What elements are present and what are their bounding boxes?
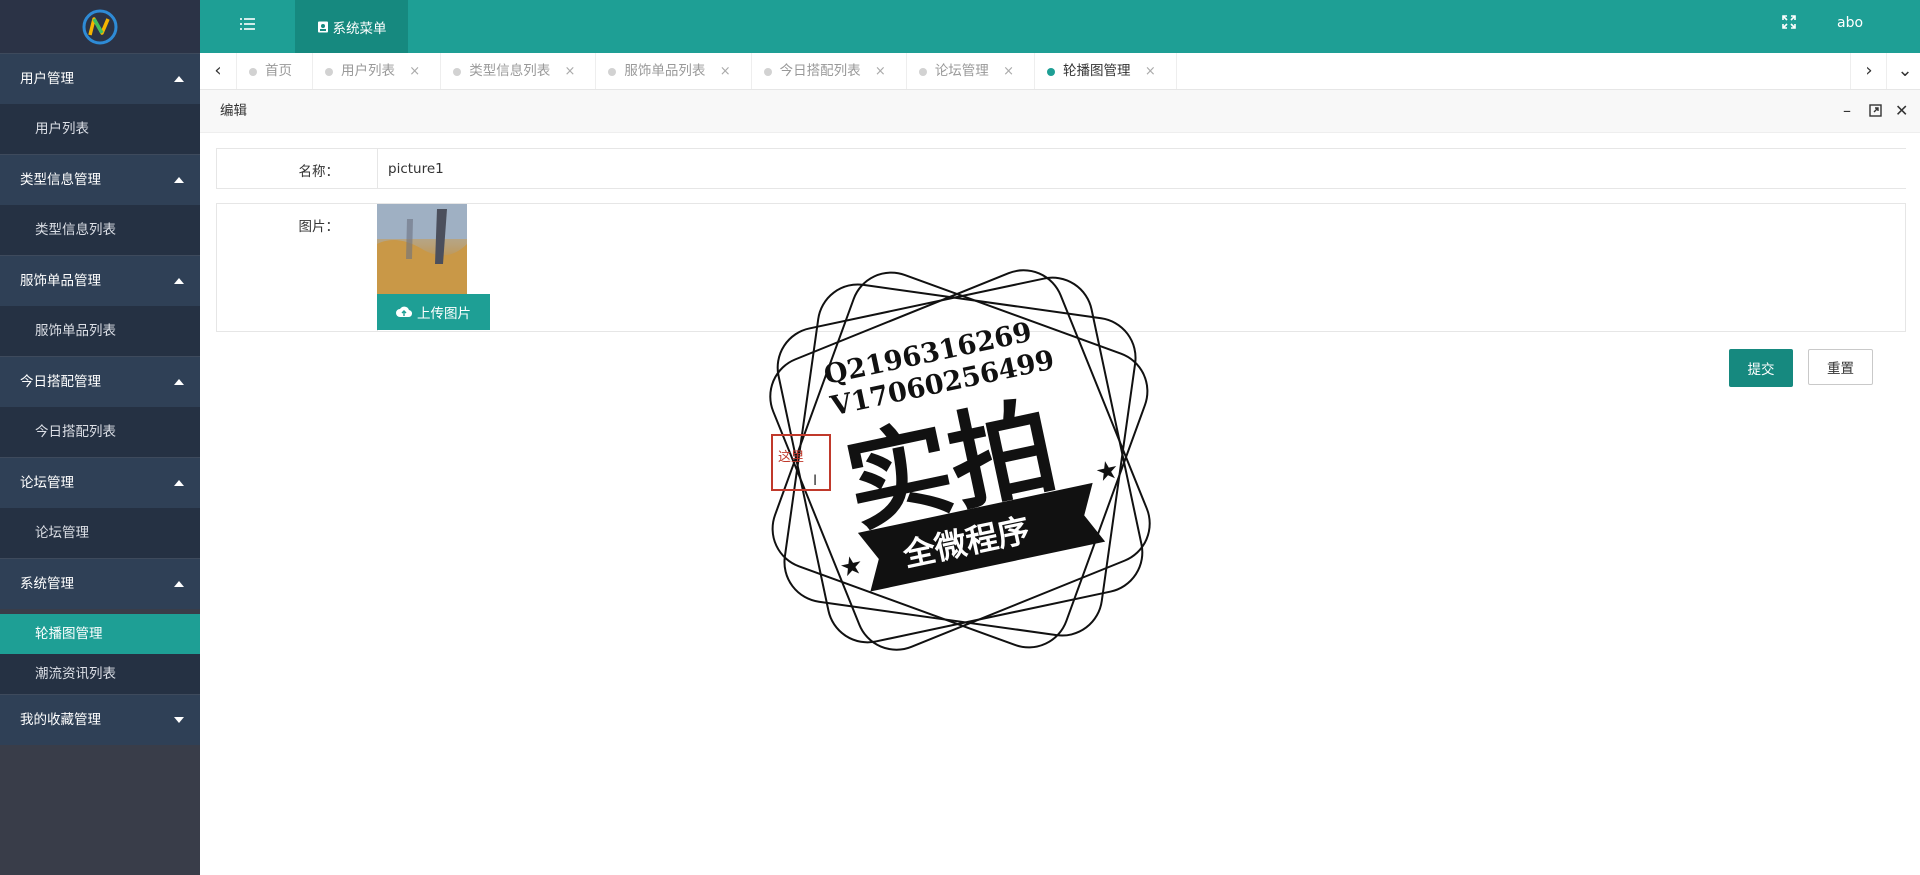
chevron-up-icon bbox=[174, 278, 184, 284]
menu-toggle-icon[interactable] bbox=[240, 16, 258, 36]
menu-item-clothing-list[interactable]: 服饰单品列表 bbox=[0, 306, 200, 356]
tab-user-list[interactable]: 用户列表 × bbox=[313, 53, 442, 89]
menu-group-forum[interactable]: 论坛管理 bbox=[0, 457, 200, 508]
menu-item-type-info-list[interactable]: 类型信息列表 bbox=[0, 205, 200, 255]
tab-dot bbox=[763, 68, 772, 76]
menu-group-label: 论坛管理 bbox=[20, 475, 74, 491]
tab-forum[interactable]: 论坛管理 × bbox=[907, 53, 1036, 89]
menu-group-clothing[interactable]: 服饰单品管理 bbox=[0, 255, 200, 306]
tab-label: 今日搭配列表 bbox=[779, 63, 861, 79]
close-icon[interactable]: × bbox=[409, 64, 420, 79]
tab-label: 用户列表 bbox=[341, 63, 395, 79]
star-icon: ★ bbox=[1093, 455, 1122, 489]
tab-outfit-list[interactable]: 今日搭配列表 × bbox=[752, 53, 907, 89]
tab-dot bbox=[1047, 68, 1056, 76]
image-label-cell: 图片： bbox=[217, 204, 378, 331]
chevron-up-icon bbox=[174, 581, 184, 587]
upload-image-button[interactable]: 上传图片 bbox=[377, 294, 490, 330]
top-header: 系统菜单 abo bbox=[200, 0, 1920, 53]
star-icon: ★ bbox=[837, 550, 866, 584]
image-label: 图片： bbox=[298, 219, 340, 235]
tab-bar: ‹ 首页 用户列表 × 类型信息列表 × 服饰单品列表 × 今日搭配列表 × 论 bbox=[200, 53, 1920, 90]
close-icon[interactable]: × bbox=[720, 64, 731, 79]
menu-group-label: 今日搭配管理 bbox=[20, 374, 101, 390]
sidebar: 用户管理 用户列表 类型信息管理 类型信息列表 服饰单品管理 服饰单品列表 今日… bbox=[0, 0, 200, 875]
tab-type-info-list[interactable]: 类型信息列表 × bbox=[441, 53, 597, 89]
tab-carousel[interactable]: 轮播图管理 × bbox=[1035, 53, 1177, 89]
menu-group-label: 类型信息管理 bbox=[20, 172, 101, 188]
menu-item-carousel[interactable]: 轮播图管理 bbox=[0, 614, 200, 654]
user-name[interactable]: abo bbox=[1837, 15, 1863, 31]
chevron-up-icon bbox=[174, 480, 184, 486]
close-icon[interactable]: × bbox=[1145, 64, 1156, 79]
text-cursor-icon: I bbox=[813, 473, 818, 489]
menu-group-label: 我的收藏管理 bbox=[20, 712, 101, 728]
minimize-icon[interactable]: – bbox=[1843, 90, 1851, 132]
close-icon[interactable]: ✕ bbox=[1895, 90, 1908, 132]
chevron-up-icon bbox=[174, 379, 184, 385]
menu-group-system[interactable]: 系统管理 bbox=[0, 558, 200, 609]
tab-label: 服饰单品列表 bbox=[624, 63, 706, 79]
reset-button[interactable]: 重置 bbox=[1808, 349, 1873, 385]
tab-dot bbox=[249, 68, 257, 76]
tab-clothing-list[interactable]: 服饰单品列表 × bbox=[596, 53, 752, 89]
chevron-left-icon[interactable]: ‹ bbox=[200, 53, 237, 89]
dialog-title-bar: 编辑 – ✕ bbox=[200, 90, 1920, 133]
chevron-up-icon bbox=[174, 76, 184, 82]
menu-item-user-list[interactable]: 用户列表 bbox=[0, 104, 200, 154]
name-label: 名称： bbox=[298, 164, 340, 180]
chevron-down-icon[interactable]: ⌄ bbox=[1886, 53, 1920, 89]
name-label-cell: 名称： bbox=[217, 149, 378, 188]
tab-dot bbox=[918, 68, 927, 76]
tab-label: 论坛管理 bbox=[934, 63, 989, 79]
menu-group-favorites[interactable]: 我的收藏管理 bbox=[0, 694, 200, 745]
menu-group-label: 服饰单品管理 bbox=[20, 273, 101, 289]
edit-text: 这里 bbox=[778, 450, 805, 465]
logo-icon bbox=[82, 9, 118, 44]
menu-group-label: 系统管理 bbox=[20, 576, 74, 592]
cloud-upload-icon bbox=[396, 306, 412, 318]
tab-label: 首页 bbox=[265, 63, 292, 79]
name-row: 名称： bbox=[216, 148, 1910, 189]
menu-group-outfit[interactable]: 今日搭配管理 bbox=[0, 356, 200, 407]
name-input[interactable] bbox=[378, 149, 1910, 188]
tab-list: 首页 用户列表 × 类型信息列表 × 服饰单品列表 × 今日搭配列表 × 论坛管… bbox=[237, 53, 1177, 89]
fullscreen-icon[interactable] bbox=[1782, 14, 1796, 33]
close-icon[interactable]: × bbox=[1003, 64, 1014, 79]
chevron-up-icon bbox=[174, 177, 184, 183]
menu-group-user[interactable]: 用户管理 bbox=[0, 53, 200, 104]
maximize-icon[interactable] bbox=[1869, 90, 1882, 133]
close-icon[interactable]: × bbox=[875, 64, 886, 79]
tab-label: 类型信息列表 bbox=[469, 63, 551, 79]
chevron-right-icon[interactable]: › bbox=[1850, 53, 1887, 89]
tab-dot bbox=[453, 68, 462, 76]
menu-group-label: 用户管理 bbox=[20, 71, 74, 87]
tab-label: 轮播图管理 bbox=[1063, 63, 1131, 79]
text-edit-box[interactable]: 这里 bbox=[771, 434, 831, 491]
menu-item-forum[interactable]: 论坛管理 bbox=[0, 508, 200, 558]
tab-dot bbox=[325, 68, 333, 76]
menu-item-outfit-list[interactable]: 今日搭配列表 bbox=[0, 407, 200, 457]
image-thumbnail[interactable] bbox=[377, 204, 467, 294]
contact-book-icon bbox=[317, 21, 328, 32]
submit-button[interactable]: 提交 bbox=[1729, 349, 1793, 387]
close-icon[interactable]: × bbox=[565, 64, 576, 79]
tab-dot bbox=[608, 68, 617, 76]
chevron-down-icon bbox=[174, 717, 184, 723]
system-menu-button[interactable]: 系统菜单 bbox=[295, 0, 408, 53]
tab-home[interactable]: 首页 bbox=[237, 53, 313, 89]
menu-group-type-info[interactable]: 类型信息管理 bbox=[0, 154, 200, 205]
app-logo[interactable] bbox=[0, 0, 200, 53]
dialog-title: 编辑 bbox=[220, 103, 247, 119]
upload-label: 上传图片 bbox=[417, 306, 471, 321]
system-menu-label: 系统菜单 bbox=[332, 20, 387, 37]
menu-item-trend-news[interactable]: 潮流资讯列表 bbox=[0, 654, 200, 694]
